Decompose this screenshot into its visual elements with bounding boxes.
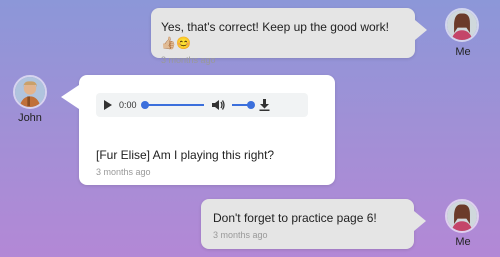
avatar-name: Me	[455, 236, 471, 248]
audio-player[interactable]: 0:00	[96, 93, 308, 117]
play-icon[interactable]	[104, 100, 112, 110]
audio-current-time: 0:00	[119, 100, 137, 110]
message-bubble-me: Yes, that's correct! Keep up the good wo…	[151, 8, 427, 65]
message-bubble-john: 0:00 [Fur Elise] Am I playing this right…	[61, 75, 335, 185]
avatar-name: Me	[455, 46, 471, 58]
message-text: [Fur Elise] Am I playing this right?	[96, 148, 275, 162]
message-bubble-me: Don't forget to practice page 6! 3 month…	[201, 199, 426, 249]
message-timestamp: 3 months ago	[213, 230, 268, 240]
message-timestamp: 3 months ago	[161, 55, 216, 65]
volume-knob[interactable]	[246, 101, 255, 109]
volume-slider[interactable]	[231, 101, 255, 109]
avatar-name: John	[18, 112, 42, 124]
avatar[interactable]	[13, 75, 47, 109]
audio-progress-slider[interactable]	[140, 101, 204, 109]
message-text: Don't forget to practice page 6!	[213, 211, 377, 225]
progress-knob[interactable]	[140, 101, 149, 109]
message-text: Yes, that's correct! Keep up the good wo…	[161, 20, 389, 50]
message-timestamp: 3 months ago	[96, 167, 151, 177]
download-icon[interactable]	[259, 99, 270, 111]
avatar[interactable]	[445, 199, 479, 233]
volume-icon[interactable]	[211, 99, 225, 111]
avatar[interactable]	[445, 8, 479, 42]
